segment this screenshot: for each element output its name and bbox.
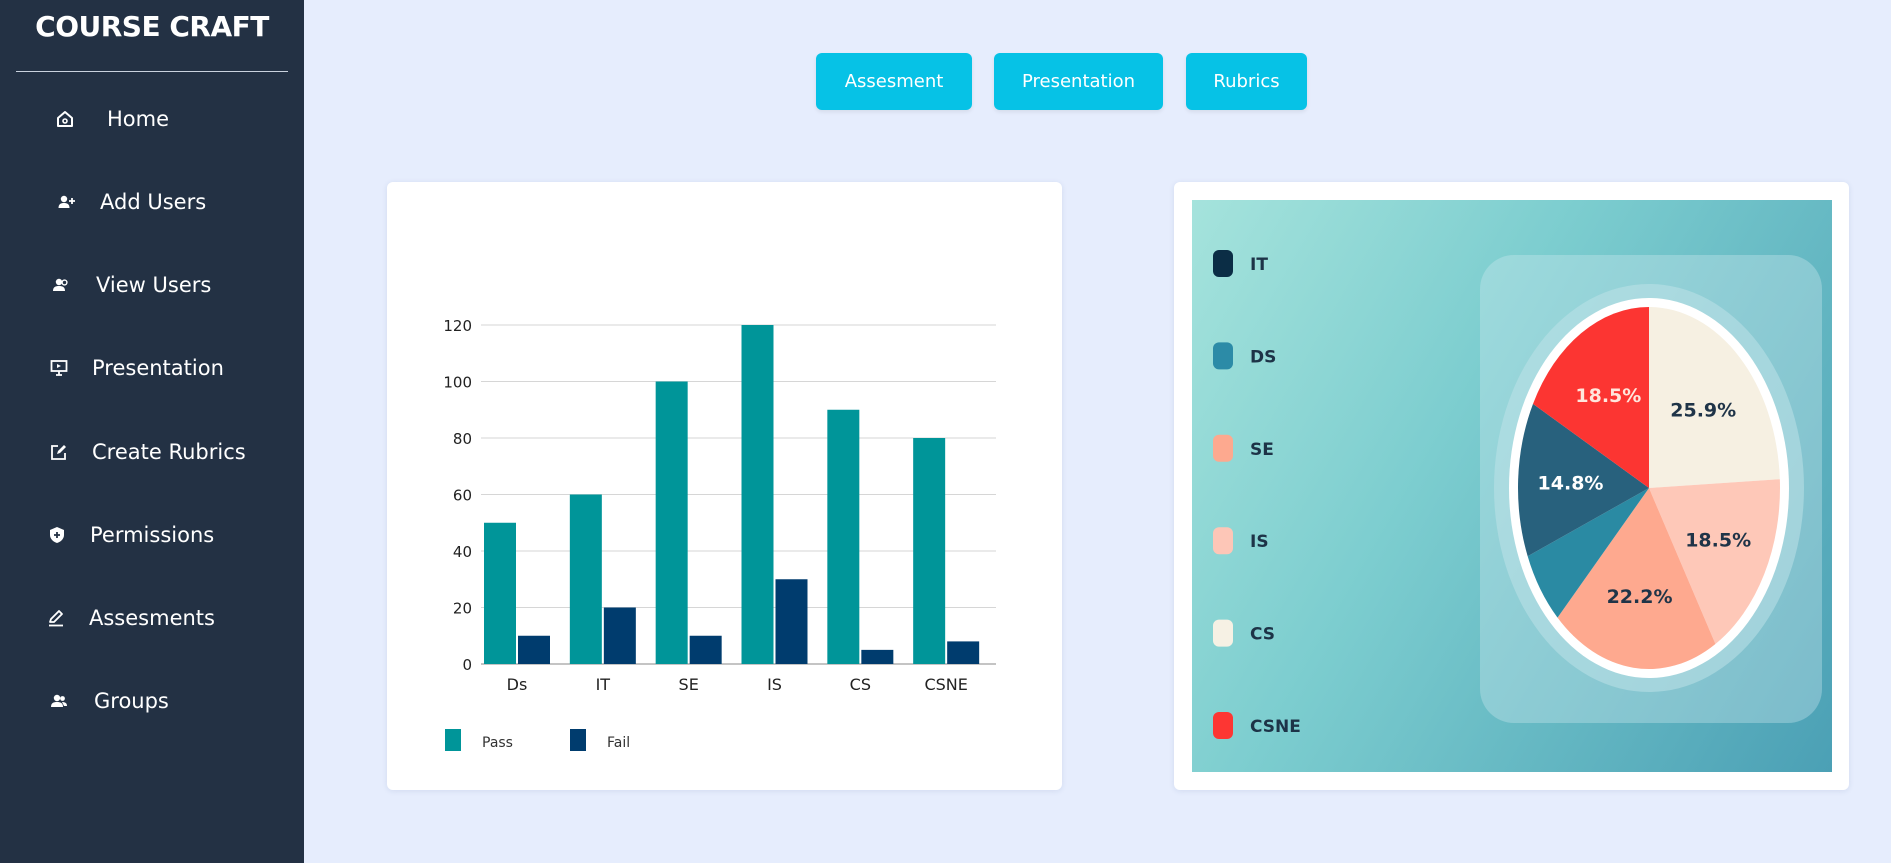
rubrics-button[interactable]: Rubrics [1186, 53, 1307, 110]
bar-fail [518, 635, 550, 664]
sidebar-item-label: Groups [94, 689, 169, 713]
bar-pass [569, 494, 602, 664]
edit-icon [49, 442, 69, 462]
sidebar-item-create-rubrics[interactable]: Create Rubrics [0, 427, 304, 477]
pie-slice-label: 14.8% [1538, 473, 1604, 495]
brand-logo: COURSE CRAFT [35, 10, 269, 43]
y-tick-label: 40 [453, 543, 472, 561]
legend-label-fail: Fail [607, 735, 630, 751]
sidebar: COURSE CRAFT Home Add Users View Users P… [0, 0, 304, 863]
divider [16, 71, 288, 72]
assesment-button[interactable]: Assesment [816, 53, 972, 110]
sidebar-item-permissions[interactable]: Permissions [0, 510, 304, 560]
sidebar-item-label: View Users [96, 273, 212, 297]
presentation-icon [49, 358, 69, 378]
pie-chart-card: 25.9% 18.5% 22.2% 14.8% 18.5% IT DS SE IS CS CSNE [1174, 182, 1849, 790]
sidebar-item-label: Home [107, 107, 170, 131]
legend-swatch [1213, 434, 1233, 462]
bar-pass [827, 409, 860, 664]
legend-label: CS [1250, 625, 1275, 645]
presentation-button[interactable]: Presentation [994, 53, 1163, 110]
legend-label: IS [1250, 532, 1269, 552]
sidebar-item-add-users[interactable]: Add Users [0, 177, 304, 227]
y-tick-label: 120 [443, 317, 472, 335]
bar-pass [913, 438, 946, 664]
sidebar-item-label: Assesments [89, 606, 215, 630]
legend-label: IT [1250, 255, 1268, 275]
sidebar-item-label: Presentation [92, 356, 224, 380]
legend-label: SE [1250, 440, 1274, 460]
x-tick-label: SE [679, 675, 699, 694]
sidebar-item-label: Create Rubrics [92, 440, 246, 464]
legend-swatch-fail [570, 729, 586, 751]
legend-label: DS [1250, 347, 1276, 367]
y-tick-label: 20 [453, 600, 472, 618]
pie-slice-label: 18.5% [1575, 385, 1641, 407]
shield-plus-icon [47, 525, 67, 545]
legend-label: CSNE [1250, 717, 1301, 737]
home-icon [55, 109, 75, 129]
sidebar-item-label: Permissions [90, 523, 215, 547]
group-icon [49, 691, 69, 711]
x-tick-label: IS [767, 675, 782, 694]
sidebar-item-presentation[interactable]: Presentation [0, 343, 304, 393]
bar-pass [741, 325, 774, 664]
legend-swatch [1213, 527, 1233, 555]
sidebar-item-home[interactable]: Home [0, 94, 304, 144]
pie-slice [1649, 307, 1780, 488]
pie-slice-label: 22.2% [1607, 586, 1673, 608]
legend-label-pass: Pass [482, 735, 513, 751]
bar-chart-card: 0 20 40 60 80 100 120 Ds IT SE IS CS CSNE Pass Fail [387, 182, 1062, 790]
sidebar-item-groups[interactable]: Groups [0, 676, 304, 726]
y-tick-label: 100 [443, 374, 472, 392]
pen-icon [46, 608, 66, 628]
legend-swatch [1213, 712, 1233, 739]
y-tick-label: 0 [462, 656, 472, 674]
pie-chart-panel: 25.9% 18.5% 22.2% 14.8% 18.5% IT DS SE IS CS CSNE [1192, 200, 1832, 772]
sidebar-item-view-users[interactable]: View Users [0, 260, 304, 310]
bar-chart: 0 20 40 60 80 100 120 Ds IT SE IS CS CSNE Pass Fail [443, 317, 996, 751]
legend-swatch-pass [445, 729, 461, 751]
bar-pass [484, 522, 516, 664]
x-tick-label: CSNE [924, 675, 967, 694]
pie-slice-label: 18.5% [1685, 530, 1751, 552]
x-tick-label: IT [596, 675, 611, 694]
bar-fail [775, 579, 808, 664]
bar-pass [655, 381, 688, 664]
sidebar-item-assesments[interactable]: Assesments [0, 593, 304, 643]
bar-fail [947, 641, 980, 664]
pie-chart: 25.9% 18.5% 22.2% 14.8% 18.5% IT DS SE IS CS CSNE [1213, 250, 1804, 739]
bar-fail [603, 607, 636, 664]
x-tick-label: CS [850, 675, 871, 694]
bar-fail [861, 649, 894, 664]
legend-swatch [1213, 250, 1233, 277]
bar-fail [689, 635, 722, 664]
legend-swatch [1213, 342, 1233, 370]
y-tick-label: 60 [453, 487, 472, 505]
users-icon [51, 275, 71, 295]
x-tick-label: Ds [507, 675, 528, 694]
y-tick-label: 80 [453, 430, 472, 448]
sidebar-item-label: Add Users [100, 190, 207, 214]
user-plus-icon [57, 192, 77, 212]
pie-slice-label: 25.9% [1670, 399, 1736, 421]
legend-swatch [1213, 619, 1233, 647]
